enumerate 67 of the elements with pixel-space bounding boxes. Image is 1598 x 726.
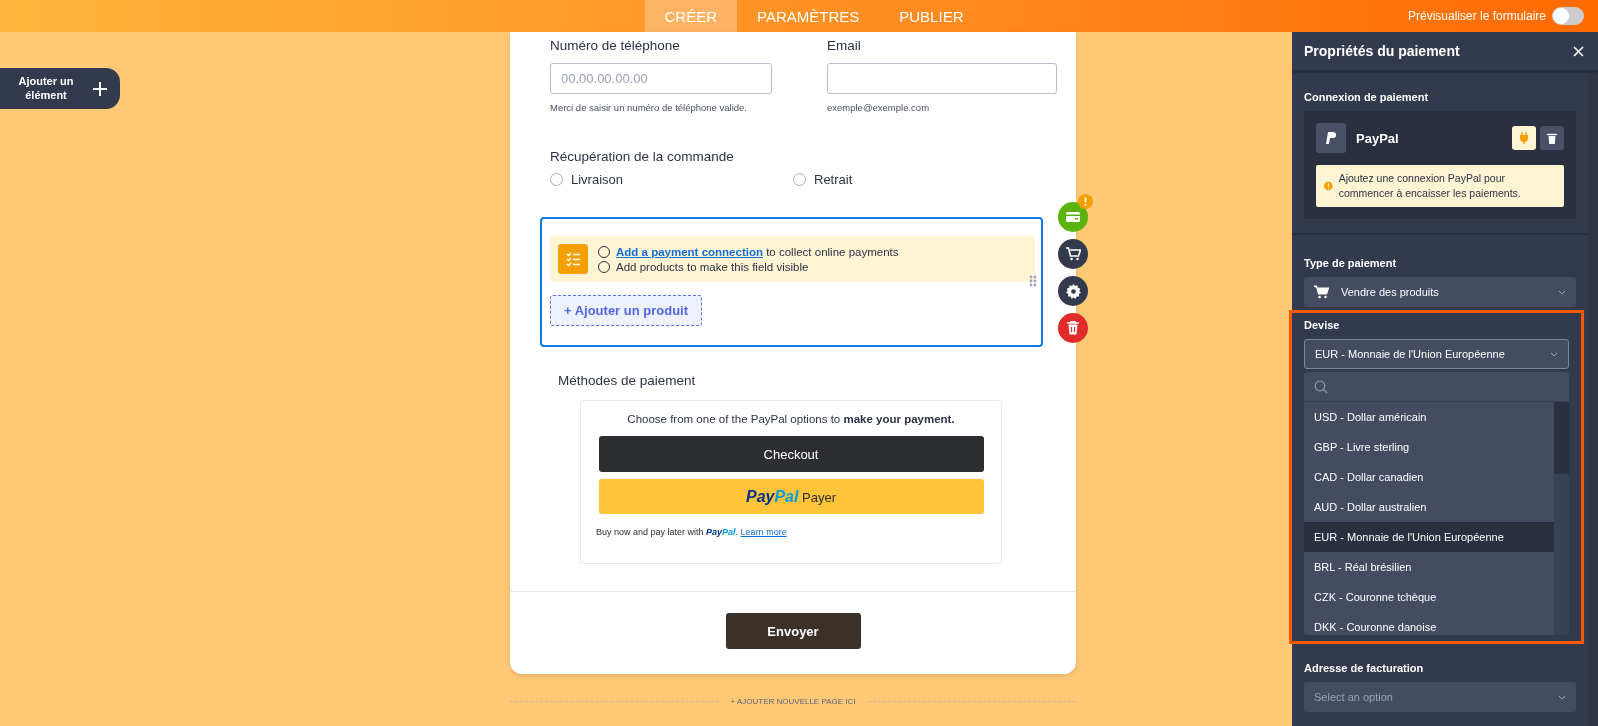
field-label: Méthodes de paiement — [558, 373, 697, 388]
radio-label: Livraison — [571, 172, 624, 187]
plug-icon — [1519, 132, 1529, 144]
select-value: Vendre des produits — [1341, 286, 1440, 299]
currency-option[interactable]: CAD - Dollar canadien — [1304, 462, 1554, 493]
learn-more-link[interactable]: Learn more — [740, 527, 787, 537]
search-icon — [1314, 379, 1328, 394]
billing-address-select[interactable]: Select an option — [1304, 682, 1576, 713]
chevron-down-icon — [1550, 351, 1558, 357]
payment-type-select[interactable]: Vendre des produits — [1304, 277, 1576, 308]
credit-card-icon — [1066, 212, 1080, 222]
radio-label: Retrait — [814, 172, 853, 187]
select-placeholder: Select an option — [1314, 691, 1394, 704]
field-label: Numéro de téléphone — [550, 38, 681, 53]
field-hint: Merci de saisir un numéro de téléphone valide. — [550, 102, 748, 113]
currency-option[interactable]: GBP - Livre sterling — [1304, 432, 1554, 463]
notice-text: Add a payment connection to collect online payments — [616, 245, 899, 258]
settings-button[interactable] — [1058, 276, 1088, 306]
select-value: EUR - Monnaie de l'Union Européenne — [1315, 348, 1506, 361]
provider-name: PayPal — [1356, 130, 1400, 146]
cart-icon — [1314, 285, 1329, 300]
checkout-button[interactable]: Checkout — [598, 436, 984, 472]
currency-option[interactable]: EUR - Monnaie de l'Union Européenne — [1304, 522, 1554, 553]
currency-option[interactable]: AUD - Dollar australien — [1304, 492, 1554, 523]
trash-icon — [1547, 132, 1557, 144]
paypal-intro: Choose from one of the PayPal options to make your payment. — [627, 413, 955, 425]
payment-connection-link[interactable]: Add a payment connection — [616, 245, 763, 258]
add-element-button[interactable]: Ajouter un élément — [0, 68, 120, 109]
submit-button[interactable]: Envoyer — [725, 613, 861, 649]
plus-icon — [92, 80, 108, 97]
delete-button[interactable] — [1058, 313, 1088, 343]
currency-select[interactable]: EUR - Monnaie de l'Union Européenne — [1304, 339, 1569, 370]
preview-toggle[interactable] — [1552, 7, 1584, 25]
checklist-icon — [558, 244, 588, 274]
add-product-button[interactable]: + Ajouter un produit — [550, 295, 702, 326]
trash-icon — [1067, 321, 1079, 335]
chevron-down-icon — [1558, 289, 1566, 295]
section-label: Connexion de paiement — [1304, 91, 1430, 103]
settings-icon — [1065, 283, 1081, 299]
phone-field[interactable]: 00.00.00.00.00 — [550, 63, 772, 94]
section-label: Type de paiement — [1304, 257, 1398, 270]
currency-option[interactable]: CZK - Couronne tchèque — [1304, 582, 1554, 613]
drag-handle-icon[interactable] — [1029, 275, 1037, 287]
section-label: Devise — [1304, 319, 1341, 332]
currency-option[interactable]: BRL - Réal brésilien — [1304, 552, 1554, 583]
products-button[interactable] — [1058, 239, 1088, 269]
currency-option[interactable]: USD - Dollar américain — [1304, 402, 1554, 433]
warning-badge-icon — [1078, 194, 1093, 209]
add-page-link[interactable]: + AJOUTER NOUVELLE PAGE ICI — [730, 697, 856, 706]
currency-option[interactable]: DKK - Couronne danoise — [1304, 612, 1554, 636]
section-label: Adresse de facturation — [1304, 662, 1425, 675]
panel-title: Propriétés du paiement — [1304, 43, 1460, 59]
warning-text: Ajoutez une connexion PayPal pour commencer à encaisser les paiements. — [1338, 171, 1522, 202]
field-label: Email — [827, 38, 862, 53]
close-icon[interactable] — [1573, 45, 1584, 57]
remove-button[interactable] — [1540, 126, 1564, 150]
cart-icon — [1065, 247, 1081, 261]
chevron-down-icon — [1558, 694, 1566, 700]
field-label: Récupération de la commande — [550, 149, 735, 164]
email-field[interactable] — [827, 63, 1057, 94]
scrollbar[interactable] — [1554, 402, 1569, 636]
notice-text: Add products to make this field visible — [616, 260, 809, 273]
pay-later-text: Buy now and pay later with PayPal. Learn more — [596, 527, 787, 537]
preview-label: Prévisualiser le formulaire — [1407, 9, 1546, 23]
paypal-button[interactable]: PayPal Payer — [598, 479, 984, 514]
field-hint: exemple@exemple.com — [827, 102, 931, 113]
paypal-logo-icon — [1316, 123, 1346, 153]
